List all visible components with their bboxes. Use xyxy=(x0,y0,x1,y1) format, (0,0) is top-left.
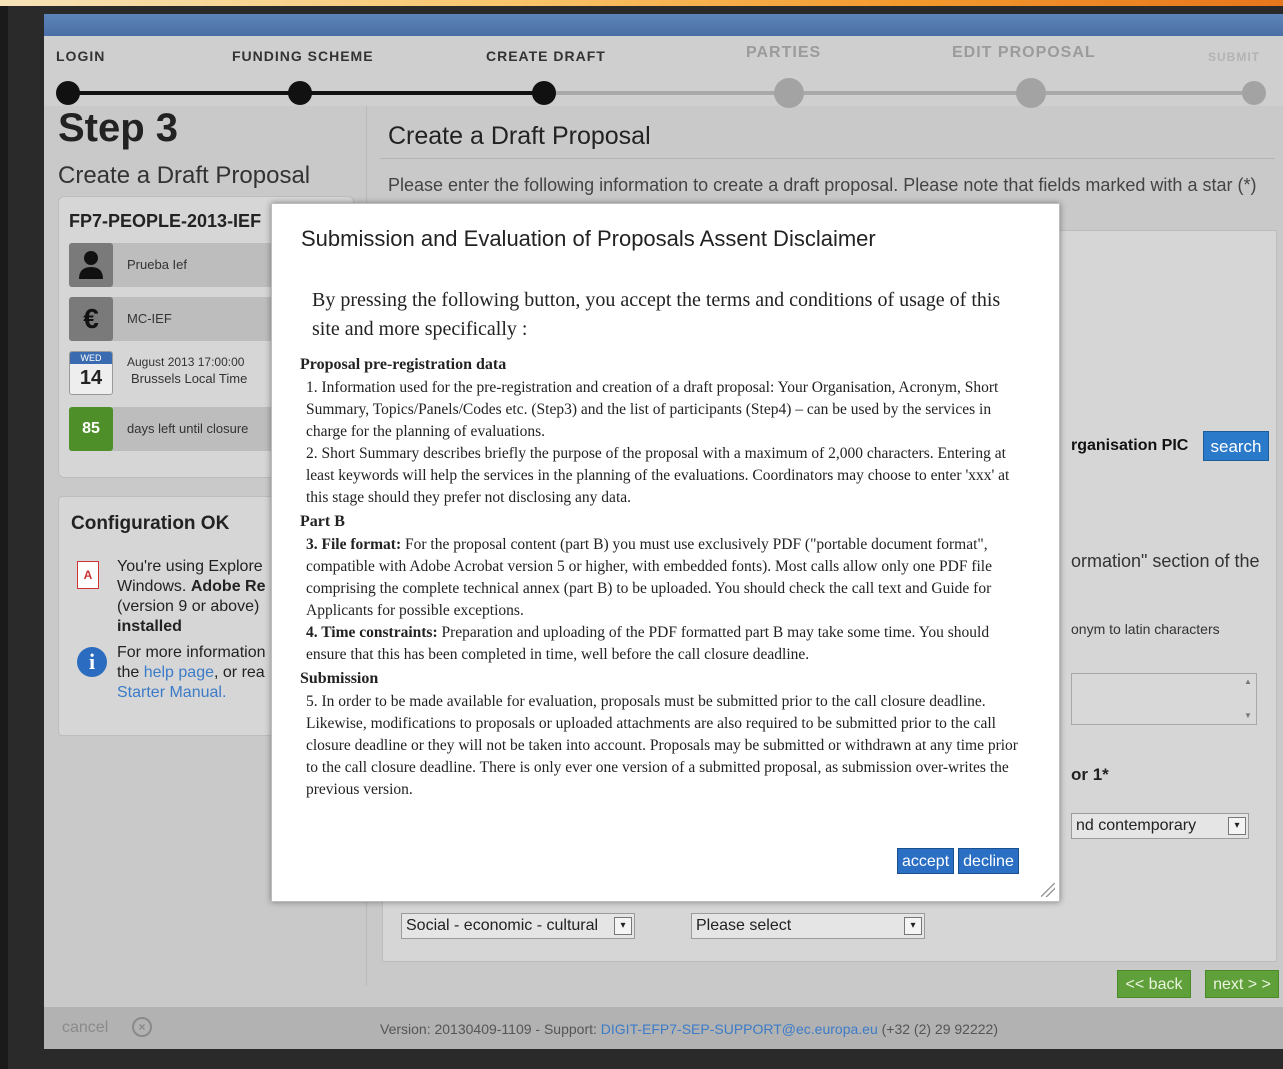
section-heading: Part B xyxy=(300,513,345,530)
dialog-intro: By pressing the following button, you ac… xyxy=(312,289,1001,340)
section-heading: Proposal pre-registration data xyxy=(300,356,507,373)
disclaimer-paragraph: 1. Information used for the pre-registra… xyxy=(306,379,999,440)
disclaimer-paragraph: 5. In order to be made available for eva… xyxy=(306,693,1018,798)
dialog-body: By pressing the following button, you ac… xyxy=(300,286,1022,801)
disclaimer-paragraph: 3. File format: For the proposal content… xyxy=(306,536,992,619)
dialog-buttons: accept decline xyxy=(897,848,1023,874)
dialog-title: Submission and Evaluation of Proposals A… xyxy=(301,226,876,251)
disclaimer-paragraph: 4. Time constraints: Preparation and upl… xyxy=(306,624,990,663)
disclaimer-dialog: Submission and Evaluation of Proposals A… xyxy=(271,203,1060,902)
section-heading: Submission xyxy=(300,670,379,687)
resize-grip-icon[interactable] xyxy=(1041,883,1055,897)
disclaimer-paragraph: 2. Short Summary describes briefly the p… xyxy=(306,445,1010,506)
accept-button[interactable]: accept xyxy=(897,848,955,874)
decline-button[interactable]: decline xyxy=(958,848,1019,874)
